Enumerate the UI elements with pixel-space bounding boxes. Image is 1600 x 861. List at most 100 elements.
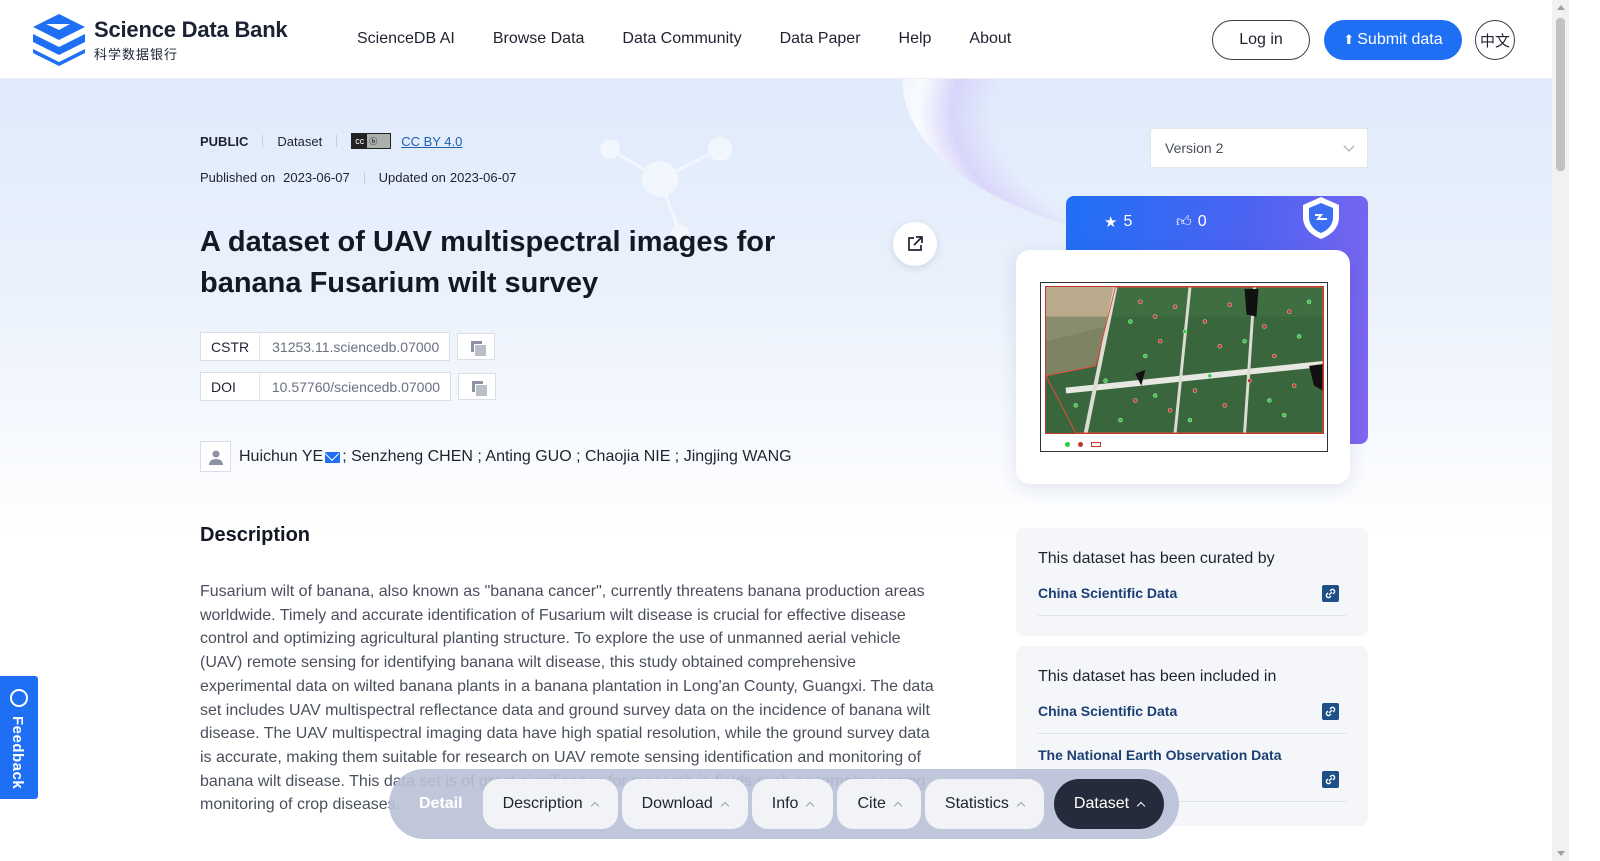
section-tab-label: Info	[771, 795, 799, 812]
curated-by-link[interactable]: China Scientific Data	[1038, 584, 1346, 616]
updated-date: 2023-06-07	[449, 170, 517, 185]
thumbs-up-icon: 👍︎	[1176, 213, 1192, 230]
site-logo[interactable]: Science Data Bank 科学数据银行	[30, 12, 288, 68]
cstr-value[interactable]: 31253.11.sciencedb.07000	[260, 339, 449, 355]
chevron-up-icon	[806, 801, 815, 811]
description-heading: Description	[200, 524, 311, 546]
section-tab-download[interactable]: Download	[621, 779, 748, 829]
included-link-china-scientific-data[interactable]: China Scientific Data	[1038, 702, 1346, 734]
curated-heading: This dataset has been curated by	[1038, 550, 1275, 567]
dataset-preview-card[interactable]	[1016, 250, 1350, 484]
chevron-down-icon	[1343, 140, 1355, 152]
doi-field: DOI 10.57760/sciencedb.07000	[200, 372, 452, 401]
external-link-icon[interactable]	[1322, 771, 1339, 788]
scrollbar-thumb[interactable]	[1556, 18, 1565, 171]
map-legend	[1059, 442, 1103, 447]
nav-sciencedb-ai[interactable]: ScienceDB AI	[357, 30, 455, 48]
submit-data-label: Submit data	[1357, 31, 1443, 48]
like-count[interactable]: 👍︎ 0	[1176, 213, 1207, 231]
access-badge: PUBLIC	[200, 133, 249, 149]
star-count-value: 5	[1123, 213, 1133, 230]
published-date: 2023-06-07	[283, 170, 350, 185]
published-label: Published on	[200, 170, 276, 185]
doi-row: DOI 10.57760/sciencedb.07000	[200, 372, 497, 401]
first-author[interactable]: Huichun YE	[239, 448, 323, 466]
uav-map-image	[1045, 286, 1324, 434]
share-icon	[908, 236, 923, 251]
share-button[interactable]	[893, 222, 937, 266]
cstr-label: CSTR	[201, 333, 261, 360]
scroll-up-arrow-icon[interactable]	[1557, 5, 1565, 10]
section-tab-dataset[interactable]: Dataset	[1053, 779, 1165, 829]
chevron-up-icon	[590, 801, 599, 811]
main-nav: ScienceDB AI Browse Data Data Community …	[357, 30, 1049, 48]
dataset-meta-row: PUBLIC Dataset cc ⓑ CC BY 4.0	[200, 133, 462, 149]
doi-label: DOI	[201, 373, 260, 400]
chevron-up-icon	[720, 801, 730, 811]
updated-label: Updated on	[378, 170, 446, 185]
top-header: Science Data Bank 科学数据银行 ScienceDB AI Br…	[0, 0, 1552, 79]
nav-help[interactable]: Help	[899, 30, 932, 48]
license-link[interactable]: CC BY 4.0	[401, 134, 462, 149]
cc-license-icon: cc ⓑ	[351, 133, 392, 149]
feedback-tab[interactable]: Feedback	[0, 676, 38, 799]
author-avatar-icon	[200, 441, 231, 472]
nav-data-community[interactable]: Data Community	[622, 30, 741, 48]
section-tab-label: Description	[502, 795, 583, 812]
upload-icon: ⬆	[1343, 32, 1355, 47]
external-link-icon[interactable]	[1322, 703, 1339, 720]
star-count[interactable]: ★ 5	[1104, 213, 1132, 231]
doi-value[interactable]: 10.57760/sciencedb.07000	[260, 379, 450, 395]
section-tab-label: Download	[641, 795, 713, 812]
nav-browse-data[interactable]: Browse Data	[493, 30, 585, 48]
star-icon: ★	[1104, 214, 1118, 231]
science-data-bank-logo-icon	[33, 14, 85, 66]
nav-about[interactable]: About	[969, 30, 1011, 48]
feedback-label: Feedback	[9, 716, 26, 790]
chevron-up-icon	[1016, 801, 1026, 811]
date-row: Published on 2023-06-07 Updated on 2023-…	[200, 170, 516, 185]
version-value: Version 2	[1165, 140, 1224, 156]
feedback-icon	[10, 689, 28, 707]
cstr-field: CSTR 31253.11.sciencedb.07000	[200, 332, 451, 361]
section-tab-statistics[interactable]: Statistics	[924, 779, 1044, 829]
logo-title: Science Data Bank	[94, 17, 288, 42]
nav-data-paper[interactable]: Data Paper	[780, 30, 861, 48]
section-nav-title: Detail	[419, 795, 463, 812]
copy-icon	[471, 381, 488, 397]
scroll-down-arrow-icon[interactable]	[1557, 851, 1565, 856]
copy-doi-button[interactable]	[458, 373, 497, 400]
section-tab-label: Cite	[857, 795, 886, 812]
divider	[262, 135, 264, 147]
section-nav-bar: Detail Description Download Info Cite St…	[389, 769, 1179, 839]
section-tab-cite[interactable]: Cite	[837, 779, 921, 829]
chevron-up-icon	[1136, 801, 1146, 811]
resource-type: Dataset	[277, 133, 323, 149]
section-tab-info[interactable]: Info	[751, 779, 834, 829]
included-heading: This dataset has been included in	[1038, 668, 1277, 685]
preview-map-image	[1040, 282, 1328, 452]
logo-subtitle: 科学数据银行	[94, 47, 179, 62]
certified-shield-icon	[1303, 197, 1339, 239]
chevron-up-icon	[893, 801, 903, 811]
divider	[336, 135, 338, 147]
dataset-title: A dataset of UAV multispectral images fo…	[200, 226, 776, 299]
section-tab-label: Dataset	[1073, 795, 1130, 812]
author-list: Huichun YE ; Senzheng CHEN ; Anting GUO …	[200, 441, 792, 472]
section-tab-description[interactable]: Description	[482, 779, 618, 829]
copy-cstr-button[interactable]	[457, 333, 496, 360]
login-button[interactable]: Log in	[1212, 20, 1310, 60]
like-count-value: 0	[1197, 213, 1207, 230]
cstr-row: CSTR 31253.11.sciencedb.07000	[200, 332, 496, 361]
submit-data-button[interactable]: ⬆ Submit data	[1324, 20, 1462, 60]
section-tab-label: Statistics	[944, 795, 1009, 812]
page-scrollbar[interactable]	[1552, 0, 1569, 861]
curated-card: This dataset has been curated by China S…	[1016, 528, 1368, 636]
other-authors[interactable]: ; Senzheng CHEN ; Anting GUO ; Chaojia N…	[342, 448, 791, 466]
version-select[interactable]: Version 2	[1150, 128, 1368, 168]
divider	[363, 171, 365, 184]
copy-icon	[470, 341, 487, 357]
external-link-icon[interactable]	[1322, 585, 1339, 602]
email-icon[interactable]	[325, 452, 341, 463]
language-toggle-button[interactable]: 中文	[1475, 20, 1515, 60]
